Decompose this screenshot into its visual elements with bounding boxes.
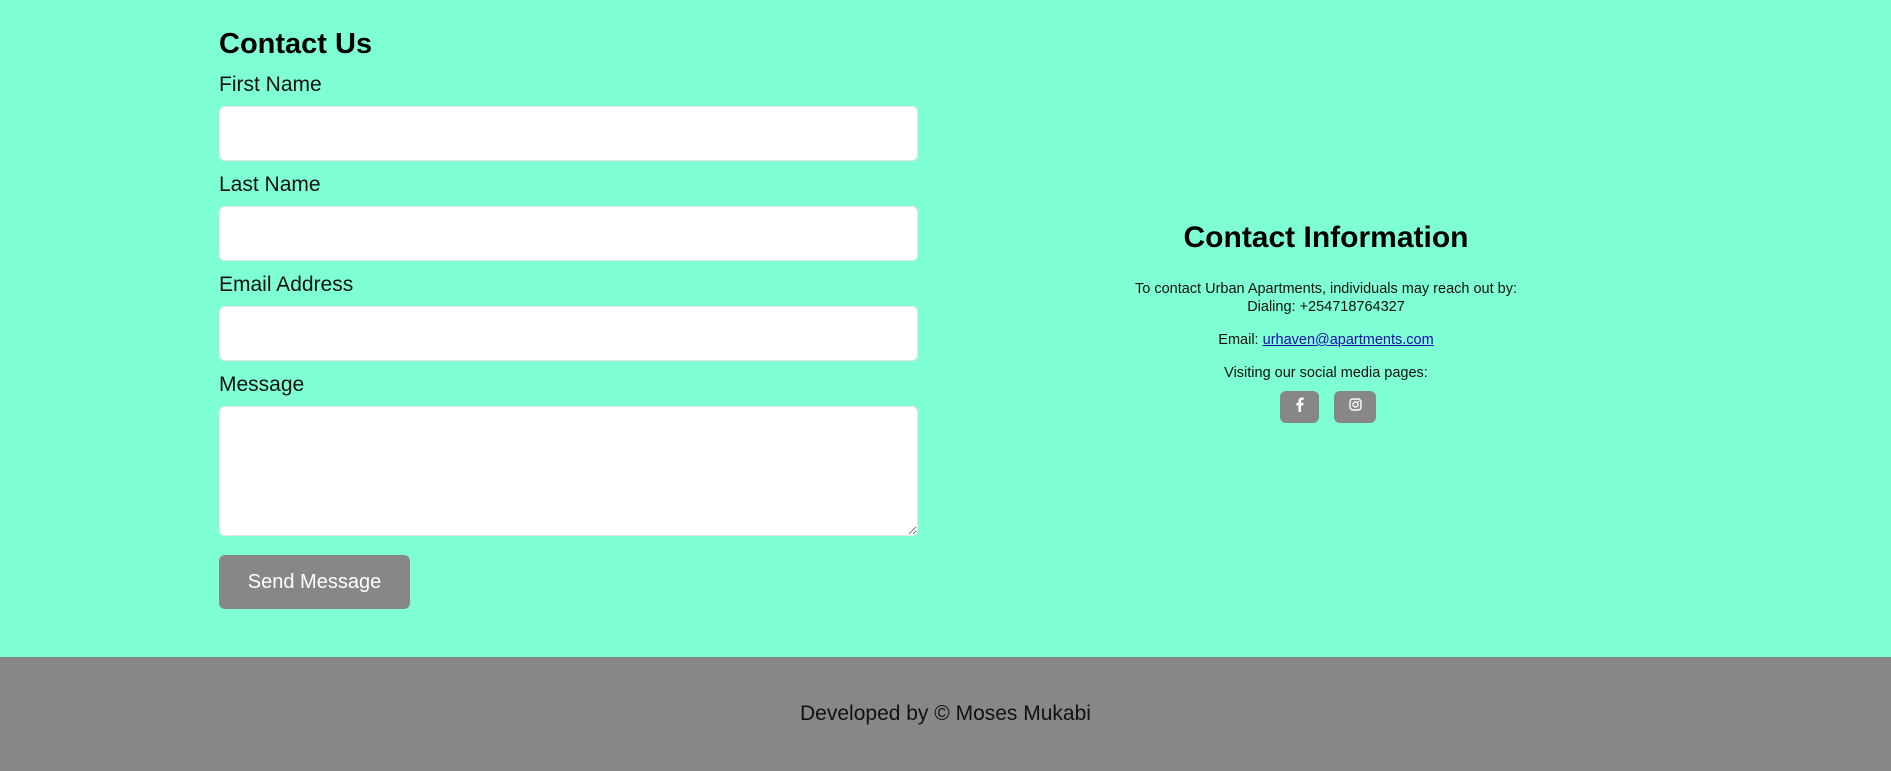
first-name-label: First Name [219,73,322,96]
contact-information: Contact Information To contact Urban Apa… [1076,216,1576,423]
contact-email-line: Email: urhaven@apartments.com [1076,331,1576,349]
page-footer: Developed by © Moses Mukabi [0,657,1891,771]
contact-information-title: Contact Information [1183,221,1469,254]
contact-form: Contact Us First Name Last Name Email Ad… [219,22,919,609]
social-media-links [1076,391,1576,423]
email-address-label: Email Address [219,273,354,296]
last-name-field[interactable] [219,206,918,261]
contact-form-title: Contact Us [219,28,373,60]
first-name-field[interactable] [219,106,918,161]
last-name-label: Last Name [219,173,321,196]
contact-section: Contact Us First Name Last Name Email Ad… [0,0,1891,657]
email-link[interactable]: urhaven@apartments.com [1263,332,1434,348]
send-message-button[interactable]: Send Message [219,555,410,609]
email-prefix-label: Email: [1218,332,1263,348]
contact-phone-line: Dialing: +254718764327 [1247,299,1405,315]
email-address-field[interactable] [219,306,918,361]
footer-credit: Developed by © Moses Mukabi [800,702,1091,725]
facebook-button[interactable] [1280,391,1319,423]
instagram-button[interactable] [1334,391,1376,423]
facebook-icon [1295,397,1304,417]
instagram-icon [1348,398,1362,416]
contact-intro-line1: To contact Urban Apartments, individuals… [1134,281,1518,297]
message-field[interactable] [219,406,918,536]
message-label: Message [219,373,305,396]
social-media-text: Visiting our social media pages: [1224,365,1428,381]
contact-intro-text: To contact Urban Apartments, individuals… [1076,280,1576,316]
